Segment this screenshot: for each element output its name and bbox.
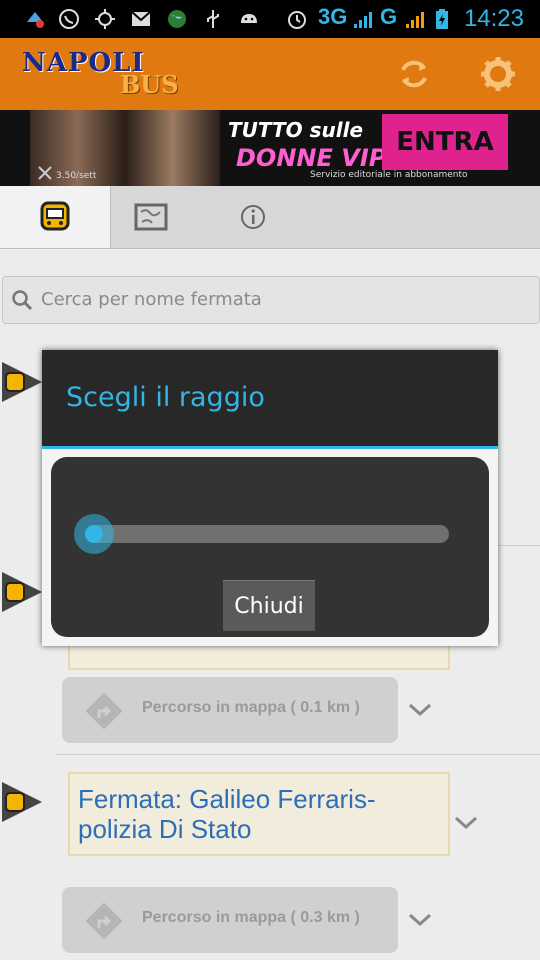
gps-icon — [95, 9, 115, 29]
search-placeholder: Cerca per nome fermata — [41, 289, 262, 310]
route-label: Percorso in mappa ( 0.3 km ) — [142, 909, 360, 926]
bus-stop-marker-icon — [2, 362, 42, 402]
status-bar: 3G G 14:23 — [0, 0, 540, 38]
radius-dialog: Scegli il raggio Chiudi — [42, 350, 498, 646]
route-label: Percorso in mappa ( 0.1 km ) — [142, 699, 360, 716]
map-icon — [134, 203, 168, 231]
close-icon[interactable] — [36, 164, 54, 182]
banner-subtitle: Servizio editoriale in abbonamento — [310, 170, 468, 180]
search-icon — [12, 290, 33, 311]
search-input[interactable]: Cerca per nome fermata — [2, 276, 540, 324]
dialog-header: Scegli il raggio — [42, 350, 498, 449]
logo-text-bus: BUS — [120, 70, 179, 99]
directions-icon — [85, 692, 123, 730]
bus-icon — [40, 201, 70, 231]
globe-icon — [168, 10, 186, 28]
bus-stop-marker-icon — [2, 782, 42, 822]
tab-bar — [0, 186, 540, 249]
refresh-icon[interactable] — [394, 54, 434, 94]
network-3g-label: 3G — [318, 4, 348, 29]
radius-slider-track[interactable] — [87, 525, 449, 543]
chevron-down-icon[interactable] — [408, 703, 432, 717]
gear-icon[interactable] — [478, 54, 518, 94]
network-g-label: G — [380, 4, 398, 29]
usb-icon — [207, 10, 219, 28]
info-icon — [241, 205, 265, 229]
list-divider — [56, 754, 540, 755]
battery-charging-icon — [436, 9, 448, 29]
ad-banner[interactable]: TUTTO sulle DONNE VIP! ENTRA Servizio ed… — [0, 110, 540, 186]
chevron-down-icon[interactable] — [454, 816, 478, 830]
banner-headline: TUTTO sulle — [228, 118, 364, 142]
stop-title: Fermata: Galileo Ferraris-polizia Di Sta… — [78, 784, 376, 844]
signal-icon — [406, 12, 424, 28]
route-on-map-button[interactable]: Percorso in mappa ( 0.3 km ) — [62, 887, 398, 953]
tab-bus[interactable] — [0, 186, 111, 248]
signal-icon — [354, 12, 372, 28]
clock: 14:23 — [463, 5, 524, 32]
close-button[interactable]: Chiudi — [223, 580, 315, 631]
tab-info[interactable] — [198, 186, 308, 248]
app-header: NAPOLI BUS — [0, 38, 540, 110]
chevron-down-icon[interactable] — [408, 913, 432, 927]
bus-stop-marker-icon — [2, 572, 42, 612]
whatsapp-icon — [59, 9, 79, 29]
dialog-body: Chiudi — [51, 457, 489, 637]
route-on-map-button[interactable]: Percorso in mappa ( 0.1 km ) — [62, 677, 398, 743]
tab-map[interactable] — [96, 186, 206, 248]
directions-icon — [85, 902, 123, 940]
banner-price: 3.50/sett — [56, 171, 97, 181]
banner-cta-button[interactable]: ENTRA — [382, 114, 508, 170]
stop-card[interactable]: Fermata: Galileo Ferraris-polizia Di Sta… — [68, 772, 450, 856]
alarm-icon — [288, 11, 306, 29]
gmail-icon — [131, 11, 151, 26]
banner-highlight: DONNE VIP! — [236, 144, 398, 172]
dialog-title: Scegli il raggio — [66, 382, 265, 413]
android-icon — [241, 14, 257, 23]
app-notification-icon — [27, 12, 44, 28]
